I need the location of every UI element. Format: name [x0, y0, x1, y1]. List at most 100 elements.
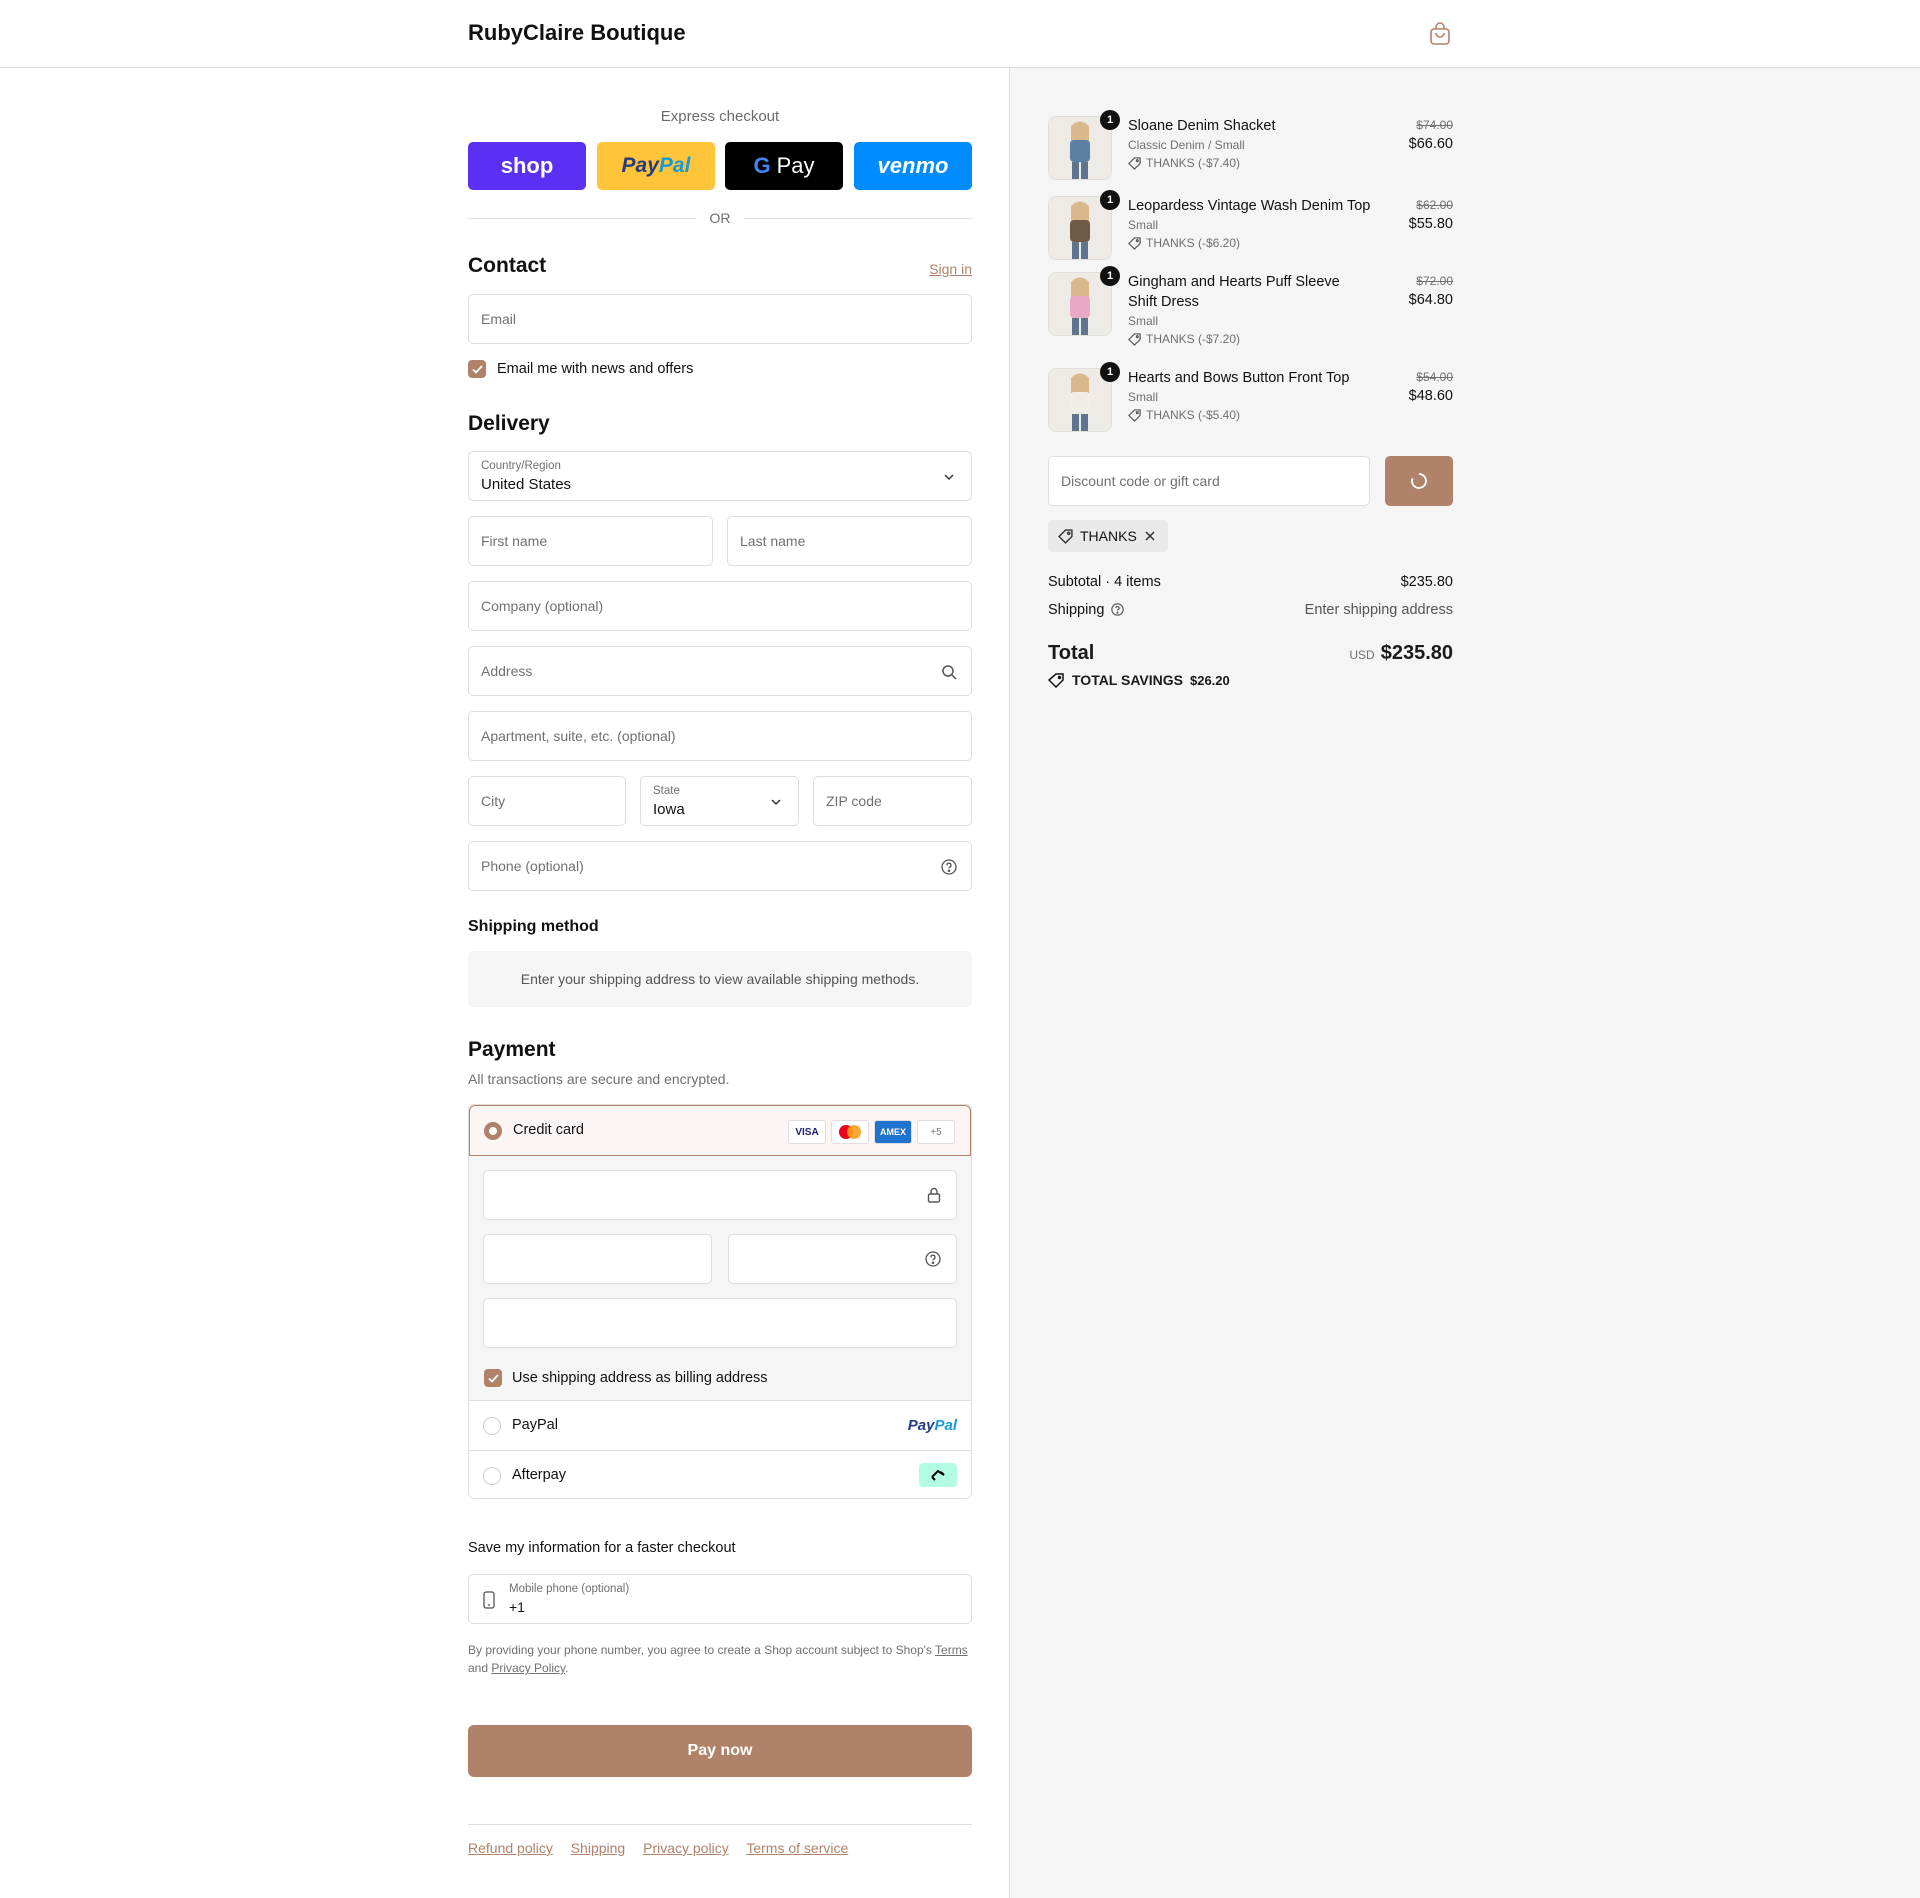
close-icon[interactable]	[1144, 530, 1156, 542]
quantity-badge: 1	[1100, 110, 1120, 130]
tag-icon	[1058, 528, 1073, 544]
afterpay-option[interactable]: Afterpay	[469, 1450, 971, 1498]
zip-field[interactable]: ZIP code	[813, 776, 972, 826]
more-cards-badge: +5	[917, 1120, 955, 1144]
paypal-option[interactable]: PayPal PayPal	[469, 1400, 971, 1450]
help-circle-icon[interactable]	[941, 859, 957, 875]
first-name-field[interactable]: First name	[468, 516, 713, 566]
paypal-express-button[interactable]: Pay Pal	[597, 142, 715, 190]
pay-now-button[interactable]: Pay now	[468, 1725, 972, 1777]
delivery-heading: Delivery	[468, 412, 550, 435]
shopping-bag-icon[interactable]	[1429, 22, 1451, 46]
discount-code-placeholder: Discount code or gift card	[1061, 473, 1220, 489]
shipping-policy-link[interactable]: Shipping	[571, 1840, 626, 1856]
paypal-logo-pay: Pay	[907, 1417, 935, 1434]
loading-spinner-icon	[1411, 473, 1427, 489]
subtotal-label: Subtotal · 4 items	[1048, 574, 1161, 590]
country-select[interactable]: Country/Region United States	[468, 451, 972, 501]
address-field[interactable]: Address	[468, 646, 972, 696]
email-field[interactable]: Email	[468, 294, 972, 344]
last-name-field[interactable]: Last name	[727, 516, 972, 566]
apartment-placeholder: Apartment, suite, etc. (optional)	[481, 728, 676, 744]
country-value: United States	[481, 476, 572, 493]
security-code-field[interactable]	[728, 1234, 957, 1284]
google-pay-button[interactable]: G Pay	[725, 142, 843, 190]
applied-discount-tag: THANKS	[1048, 520, 1168, 552]
state-select[interactable]: State Iowa	[640, 776, 799, 826]
privacy-policy-link[interactable]: Privacy Policy	[491, 1661, 565, 1675]
shop-pay-button[interactable]: shop	[468, 142, 586, 190]
google-pay-label: Pay	[776, 153, 815, 178]
apartment-field[interactable]: Apartment, suite, etc. (optional)	[468, 711, 972, 761]
afterpay-radio[interactable]	[483, 1467, 501, 1485]
help-circle-icon[interactable]	[1111, 603, 1125, 616]
help-circle-icon[interactable]	[925, 1251, 941, 1267]
paypal-label: PayPal	[512, 1417, 558, 1433]
total-amount: USD $235.80	[1349, 642, 1453, 665]
billing-address-checkbox[interactable]	[484, 1369, 502, 1387]
total-value: $235.80	[1380, 642, 1453, 664]
name-on-card-field[interactable]	[483, 1298, 957, 1348]
credit-card-label: Credit card	[513, 1122, 584, 1138]
subtotal-row: Subtotal · 4 items $235.80	[1048, 574, 1453, 590]
express-checkout-title: Express checkout	[660, 108, 780, 125]
card-number-field[interactable]	[483, 1170, 957, 1220]
paypal-radio[interactable]	[483, 1417, 501, 1435]
shipping-method-heading: Shipping method	[468, 918, 599, 935]
item-price: $66.60	[1408, 136, 1453, 152]
credit-card-option[interactable]: Credit card VISA AMEX +5	[469, 1105, 971, 1156]
tag-icon	[1128, 408, 1141, 422]
paypal-logo-pal: Pal	[658, 154, 691, 177]
company-placeholder: Company (optional)	[481, 598, 604, 614]
paypal-logo-pal: Pal	[934, 1417, 957, 1434]
item-original-price: $54.00	[1416, 370, 1453, 384]
savings-value: $26.20	[1189, 672, 1230, 688]
store-name[interactable]: RubyClaire Boutique	[468, 20, 686, 46]
fine-print-and: and	[468, 1661, 489, 1675]
item-discount-text: THANKS (-$5.40)	[1146, 408, 1241, 422]
credit-card-fields: Use shipping address as billing address	[469, 1156, 971, 1400]
expiration-date-field[interactable]	[483, 1234, 712, 1284]
search-icon[interactable]	[941, 664, 957, 680]
phone-field[interactable]: Phone (optional)	[468, 841, 972, 891]
tag-icon	[1048, 672, 1064, 688]
total-label: Total	[1048, 642, 1095, 664]
company-field[interactable]: Company (optional)	[468, 581, 972, 631]
item-original-price: $62.00	[1416, 198, 1453, 212]
payment-heading: Payment	[468, 1038, 556, 1061]
city-field[interactable]: City	[468, 776, 626, 826]
venmo-button[interactable]: venmo	[854, 142, 972, 190]
contact-heading: Contact	[468, 254, 547, 277]
news-checkbox[interactable]	[468, 360, 486, 378]
mobile-phone-field[interactable]: Mobile phone (optional) +1	[468, 1574, 972, 1624]
refund-policy-link[interactable]: Refund policy	[468, 1840, 553, 1856]
shop-terms-notice: By providing your phone number, you agre…	[468, 1641, 972, 1677]
item-variant: Small	[1128, 390, 1159, 404]
quantity-badge: 1	[1100, 190, 1120, 210]
payment-methods: Credit card VISA AMEX +5 Use shipping ad…	[468, 1104, 972, 1499]
apply-discount-button[interactable]	[1385, 456, 1453, 506]
quantity-badge: 1	[1100, 266, 1120, 286]
shipping-method-info: Enter your shipping address to view avai…	[468, 951, 972, 1007]
sign-in-link[interactable]: Sign in	[929, 261, 972, 277]
terms-of-service-link[interactable]: Terms of service	[746, 1840, 848, 1856]
or-divider: OR	[468, 208, 972, 228]
shop-pay-logo: shop	[500, 153, 554, 178]
item-discount-text: THANKS (-$7.40)	[1146, 156, 1241, 170]
city-placeholder: City	[481, 793, 506, 809]
terms-link[interactable]: Terms	[935, 1643, 968, 1657]
venmo-logo: venmo	[877, 153, 949, 178]
total-savings: TOTAL SAVINGS $26.20	[1048, 672, 1230, 688]
mobile-phone-icon	[483, 1591, 495, 1609]
credit-card-radio[interactable]	[484, 1122, 502, 1140]
pay-now-label: Pay now	[687, 1742, 753, 1759]
privacy-policy-footer-link[interactable]: Privacy policy	[643, 1840, 729, 1856]
paypal-logo-pay: Pay	[621, 154, 659, 177]
state-value: Iowa	[653, 801, 685, 818]
afterpay-label: Afterpay	[512, 1467, 566, 1483]
paypal-logo: PayPal	[908, 1417, 957, 1434]
discount-code-field[interactable]: Discount code or gift card	[1048, 456, 1370, 506]
applied-discount-code: THANKS	[1080, 528, 1137, 544]
currency-code: USD	[1349, 648, 1375, 662]
item-variant: Classic Denim / Small	[1128, 138, 1245, 152]
